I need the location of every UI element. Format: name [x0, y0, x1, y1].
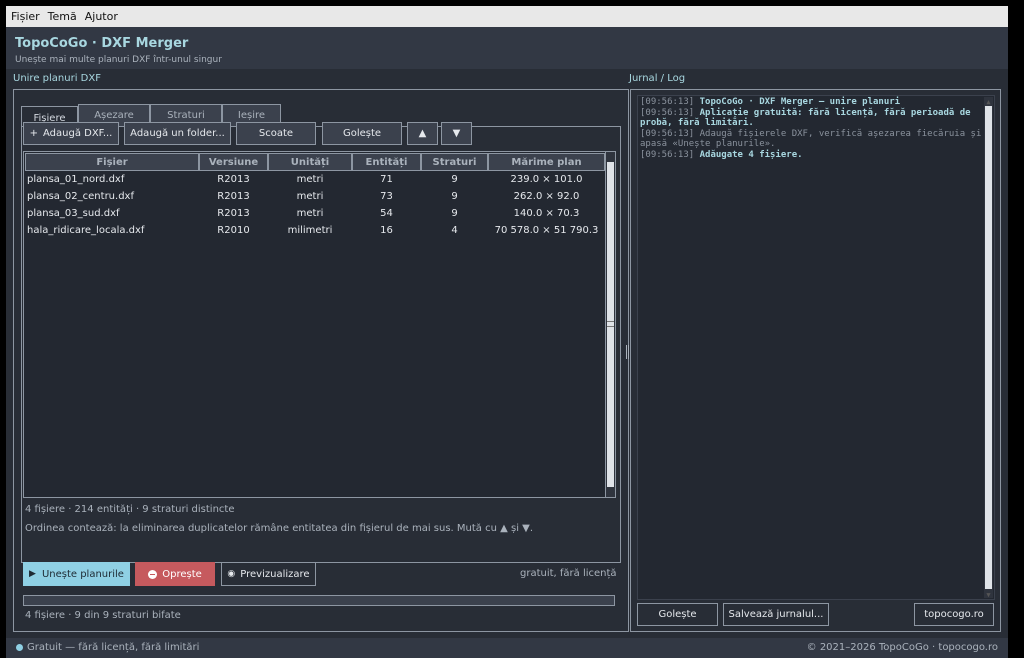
files-table[interactable]: Fișier Versiune Unități Entități Stratur… — [23, 151, 616, 498]
col-version[interactable]: Versiune — [199, 153, 268, 171]
stop-icon — [148, 569, 158, 579]
log-entry: [09:56:13] Adăugate 4 fișiere. — [640, 150, 992, 161]
scroll-down-icon[interactable]: ▼ — [984, 590, 993, 599]
log-section-label: Jurnal / Log — [629, 73, 686, 84]
status-line: 4 fișiere · 9 din 9 straturi bifate — [25, 610, 181, 621]
cell-entities: 54 — [380, 208, 393, 219]
log-timestamp: [09:56:13] — [640, 128, 700, 139]
col-entities[interactable]: Entități — [352, 153, 421, 171]
merge-section-label: Unire planuri DXF — [13, 73, 101, 84]
grip-icon — [607, 321, 614, 327]
stop-button[interactable]: Oprește — [135, 562, 215, 586]
add-folder-button[interactable]: Adaugă un folder... — [124, 122, 231, 145]
cell-plan-size: 70 578.0 × 51 790.3 — [494, 225, 599, 236]
menu-help[interactable]: Ajutor — [85, 10, 118, 23]
cell-plan-size: 140.0 × 70.3 — [513, 208, 580, 219]
app-header: TopoCoGo · DXF Merger Unește mai multe p… — [6, 27, 1008, 69]
log-lines: [09:56:13] TopoCoGo · DXF Merger — unire… — [640, 97, 992, 160]
menu-file[interactable]: Fișier — [11, 10, 40, 23]
cell-layers: 4 — [451, 225, 458, 236]
order-note: Ordinea contează: la eliminarea duplicat… — [25, 523, 534, 534]
clear-list-button[interactable]: Golește — [322, 122, 402, 145]
cell-version: R2013 — [217, 174, 250, 185]
cell-units: metri — [296, 208, 324, 219]
log-timestamp: [09:56:13] — [640, 149, 700, 160]
save-log-button[interactable]: Salvează jurnalul... — [723, 603, 829, 626]
footer-left-text: Gratuit — fără licență, fără limitări — [27, 642, 200, 653]
website-button[interactable]: topocogo.ro — [914, 603, 994, 626]
log-view[interactable]: [09:56:13] TopoCoGo · DXF Merger — unire… — [637, 95, 995, 600]
log-timestamp: [09:56:13] — [640, 97, 700, 107]
cell-version: R2013 — [217, 208, 250, 219]
play-icon: ▶ — [29, 569, 36, 579]
cell-units: metri — [296, 191, 324, 202]
scroll-up-icon[interactable]: ▲ — [984, 97, 993, 106]
add-dxf-button[interactable]: + Adaugă DXF... — [23, 122, 119, 145]
table-row[interactable]: plansa_03_sud.dxf R2013 metri 54 9 140.0… — [25, 205, 605, 222]
menu-theme[interactable]: Temă — [48, 10, 77, 23]
log-entry: [09:56:13] Aplicație gratuită: fără lice… — [640, 108, 992, 129]
log-entry: [09:56:13] TopoCoGo · DXF Merger — unire… — [640, 97, 992, 108]
log-scrollbar-thumb[interactable] — [985, 106, 992, 589]
col-units[interactable]: Unități — [268, 153, 352, 171]
cell-version: R2010 — [217, 225, 250, 236]
eye-icon: ◉ — [227, 569, 236, 579]
log-timestamp: [09:56:13] — [640, 107, 700, 118]
menu-bar: Fișier Temă Ajutor — [6, 6, 1008, 27]
cell-units: milimetri — [287, 225, 333, 236]
col-file[interactable]: Fișier — [25, 153, 199, 171]
license-note: gratuit, fără licență — [520, 568, 617, 579]
cell-file: plansa_01_nord.dxf — [27, 174, 125, 185]
move-down-button[interactable]: ▼ — [441, 122, 472, 145]
cell-entities: 73 — [380, 191, 393, 202]
cell-layers: 9 — [451, 208, 458, 219]
log-message: Adăugate 4 fișiere. — [699, 149, 803, 160]
cell-version: R2013 — [217, 191, 250, 202]
log-message: TopoCoGo · DXF Merger — unire planuri — [699, 97, 901, 107]
table-header: Fișier Versiune Unități Entități Stratur… — [25, 153, 605, 171]
log-scrollbar[interactable]: ▲ ▼ — [984, 97, 993, 599]
move-up-button[interactable]: ▲ — [407, 122, 438, 145]
col-plan-size[interactable]: Mărime plan — [488, 153, 605, 171]
cell-plan-size: 239.0 × 101.0 — [510, 174, 583, 185]
status-footer: Gratuit — fără licență, fără limitări © … — [6, 638, 1008, 658]
log-entry: [09:56:13] Adaugă fișierele DXF, verific… — [640, 129, 992, 150]
clear-log-button[interactable]: Golește — [637, 603, 718, 626]
remove-button[interactable]: Scoate — [236, 122, 316, 145]
preview-button[interactable]: ◉ Previzualizare — [221, 562, 316, 586]
splitter-handle[interactable] — [626, 345, 629, 359]
cell-layers: 9 — [451, 191, 458, 202]
cell-file: hala_ridicare_locala.dxf — [27, 225, 145, 236]
cell-file: plansa_03_sud.dxf — [27, 208, 120, 219]
merge-progress-bar — [23, 595, 615, 606]
cell-units: metri — [296, 174, 324, 185]
app-title: TopoCoGo · DXF Merger — [15, 36, 189, 51]
table-row[interactable]: plansa_02_centru.dxf R2013 metri 73 9 26… — [25, 188, 605, 205]
cell-file: plansa_02_centru.dxf — [27, 191, 134, 202]
footer-copyright: © 2021–2026 TopoCoGo · topocogo.ro — [806, 642, 998, 653]
cell-plan-size: 262.0 × 92.0 — [513, 191, 580, 202]
table-scrollbar[interactable] — [605, 152, 615, 497]
status-dot-icon — [16, 644, 23, 651]
cell-entities: 71 — [380, 174, 393, 185]
plus-icon: + — [29, 128, 38, 139]
files-summary: 4 fișiere · 214 entități · 9 straturi di… — [25, 504, 235, 515]
table-row[interactable]: plansa_01_nord.dxf R2013 metri 71 9 239.… — [25, 171, 605, 188]
col-layers[interactable]: Straturi — [421, 153, 488, 171]
merge-button[interactable]: ▶ Unește planurile — [23, 562, 130, 586]
app-subtitle: Unește mai multe planuri DXF într-unul s… — [15, 55, 222, 65]
cell-entities: 16 — [380, 225, 393, 236]
cell-layers: 9 — [451, 174, 458, 185]
table-row[interactable]: hala_ridicare_locala.dxf R2010 milimetri… — [25, 222, 605, 239]
